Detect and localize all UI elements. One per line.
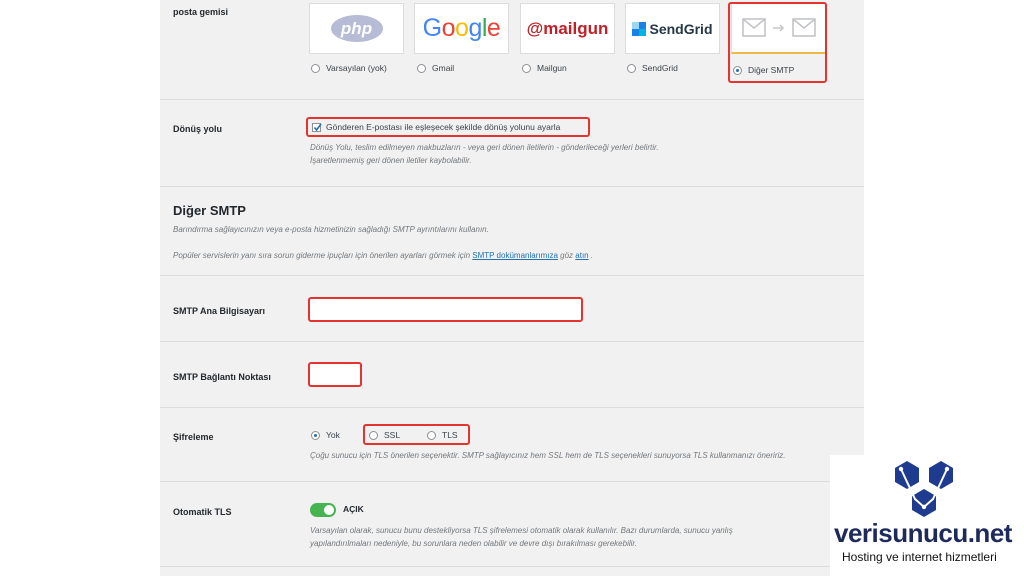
brand-watermark: verisunucu.net Hosting ve internet hizme…: [830, 455, 1024, 576]
php-logo: php: [330, 15, 383, 42]
return-path-checkbox[interactable]: [312, 122, 322, 132]
view-link[interactable]: atın: [575, 251, 588, 260]
google-logo: Google: [422, 14, 501, 42]
mailer-radio-default[interactable]: Varsayılan (yok): [311, 63, 387, 73]
tips-text-mid: göz: [557, 251, 576, 260]
mailer-radio-sendgrid[interactable]: SendGrid: [627, 63, 678, 73]
smtp-section-title: Diğer SMTP: [173, 203, 246, 218]
brand-logo-icon: [895, 461, 953, 517]
sendgrid-icon: [632, 21, 647, 36]
mailer-radio-label: SendGrid: [642, 63, 678, 73]
return-path-checkbox-label: Gönderen E-postası ile eşleşecek şekilde…: [326, 122, 561, 132]
divider: [160, 566, 864, 567]
highlight-ssl-tls: [363, 424, 470, 445]
divider: [160, 341, 864, 342]
mailgun-logo: @mailgun: [526, 18, 609, 38]
check-icon: [313, 123, 322, 131]
mailer-option-sendgrid[interactable]: SendGrid: [625, 3, 720, 54]
brand-tagline: Hosting ve internet hizmetleri: [842, 550, 997, 564]
mailer-option-gmail[interactable]: Google: [414, 3, 509, 54]
return-path-checkbox-row[interactable]: Gönderen E-postası ile eşleşecek şekilde…: [306, 117, 590, 137]
auto-tls-label: Otomatik TLS: [173, 507, 232, 517]
smtp-host-input[interactable]: [308, 297, 583, 322]
return-path-label: Dönüş yolu: [173, 124, 222, 134]
highlight-other-smtp: [728, 2, 827, 83]
settings-panel: [160, 0, 864, 576]
sendgrid-logo-text: SendGrid: [649, 20, 713, 37]
radio-icon[interactable]: [417, 63, 426, 73]
auto-tls-desc-2: yapılandırılmaları nedeniyle, bu sorunla…: [310, 539, 637, 548]
auto-tls-desc-1: Varsayılan olarak, sunucu bunu destekliy…: [310, 526, 733, 535]
brand-name: verisunucu.net: [834, 518, 1012, 548]
encryption-desc: Çoğu sunucu için TLS önerilen seçenektir…: [310, 451, 786, 460]
mailer-radio-label: Mailgun: [537, 63, 567, 73]
sendgrid-logo: SendGrid: [632, 20, 713, 37]
divider: [160, 186, 864, 187]
mailer-radio-gmail[interactable]: Gmail: [417, 63, 454, 73]
return-path-desc-1: Dönüş Yolu, teslim edilmeyen makbuzların…: [310, 143, 659, 152]
tips-text-before: Popüler servislerin yanı sıra sorun gide…: [173, 251, 473, 260]
encryption-label: Şifreleme: [173, 432, 214, 442]
mailer-radio-mailgun[interactable]: Mailgun: [522, 63, 567, 73]
mailer-radio-label: Gmail: [432, 63, 455, 73]
return-path-desc-2: İşaretlenmemiş geri dönen iletiler kaybo…: [310, 156, 472, 165]
mailer-label: posta gemisi: [173, 7, 229, 17]
encryption-option-label: Yok: [326, 430, 340, 440]
smtp-port-input[interactable]: [308, 362, 362, 387]
radio-icon[interactable]: [311, 63, 320, 73]
auto-tls-toggle[interactable]: [310, 503, 336, 517]
mailer-option-mailgun[interactable]: @mailgun: [520, 3, 615, 54]
divider: [160, 481, 864, 482]
smtp-port-label: SMTP Bağlantı Noktası: [173, 372, 271, 382]
encryption-option-none[interactable]: Yok: [311, 430, 340, 440]
smtp-section-tips: Popüler servislerin yanı sıra sorun gide…: [173, 249, 593, 262]
left-margin: [0, 0, 160, 576]
tips-text-after: .: [588, 251, 594, 260]
smtp-section-desc: Barındırma sağlayıcınızın veya e-posta h…: [173, 225, 489, 234]
divider: [160, 275, 864, 276]
mailer-option-default[interactable]: php: [309, 3, 404, 54]
mailer-radio-label: Varsayılan (yok): [326, 63, 387, 73]
divider: [160, 407, 864, 408]
radio-icon[interactable]: [627, 63, 636, 73]
smtp-host-label: SMTP Ana Bilgisayarı: [173, 306, 266, 316]
smtp-docs-link[interactable]: SMTP dokümanlarımıza: [472, 251, 558, 260]
auto-tls-state: AÇIK: [343, 504, 364, 514]
radio-icon[interactable]: [522, 63, 531, 73]
divider: [160, 99, 864, 100]
radio-icon[interactable]: [311, 430, 320, 440]
